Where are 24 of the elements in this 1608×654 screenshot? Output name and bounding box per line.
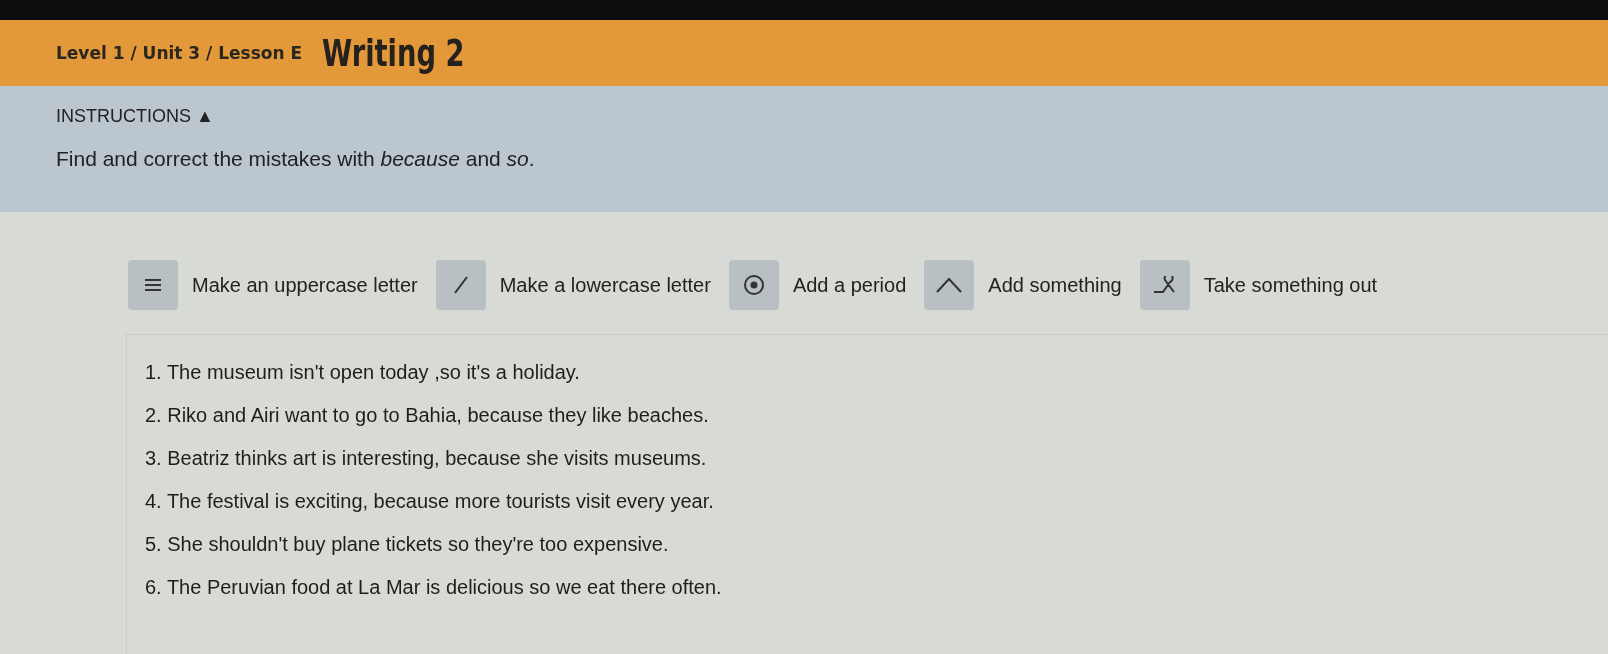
sentence: 3. Beatriz thinks art is interesting, because she visits museums. bbox=[145, 447, 708, 470]
sentence: 5. She shouldn't buy plane tickets so they're too expensive. bbox=[145, 533, 670, 556]
page-title: Writing 2 bbox=[322, 31, 465, 75]
legend-label: Add a period bbox=[792, 273, 907, 297]
mark-button[interactable] bbox=[128, 260, 178, 310]
mark-button[interactable] bbox=[924, 260, 975, 310]
instructions-text: Find and correct the mistakes with because and so. bbox=[56, 147, 536, 171]
sentence: 6. The Peruvian food at La Mar is delicious so we eat there often. bbox=[145, 576, 723, 599]
mark-button[interactable] bbox=[728, 260, 779, 310]
caret-icon bbox=[936, 277, 963, 293]
loop-icon bbox=[1152, 276, 1177, 294]
legend-label: Add something bbox=[988, 273, 1122, 297]
legend-label: Make an uppercase letter bbox=[192, 273, 418, 297]
sentence: 4. The festival is exciting, because more tourists visit every year. bbox=[145, 490, 715, 513]
slash-icon bbox=[452, 276, 469, 294]
sentence: 1. The museum isn't open today ,so it's a holiday. bbox=[145, 361, 581, 384]
dot-circle-icon bbox=[742, 274, 765, 296]
sentence: 2. Riko and Airi want to go to Bahia, because they like beaches. bbox=[145, 404, 710, 427]
legend-label: Make a lowercase letter bbox=[499, 273, 711, 297]
mark-button[interactable] bbox=[1139, 260, 1190, 310]
triple-line-icon bbox=[144, 278, 162, 292]
legend-label: Take something out bbox=[1203, 273, 1378, 297]
instructions-toggle[interactable]: INSTRUCTIONS ▲ bbox=[56, 106, 214, 127]
breadcrumb: Level 1 / Unit 3 / Lesson E bbox=[56, 43, 303, 63]
